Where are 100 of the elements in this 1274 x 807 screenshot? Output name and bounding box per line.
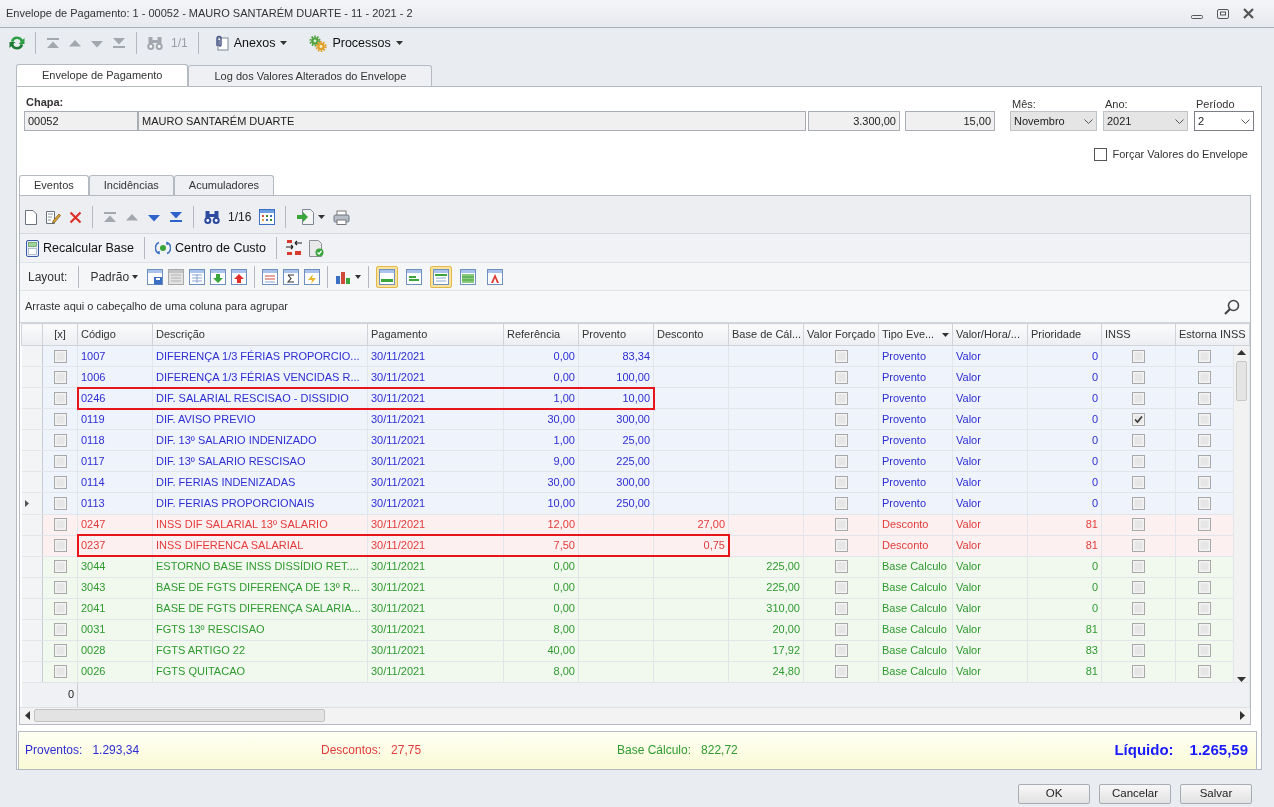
checkbox[interactable] xyxy=(1198,644,1211,658)
next-record-icon[interactable] xyxy=(147,212,161,222)
checkbox[interactable] xyxy=(834,518,848,532)
export-icon[interactable] xyxy=(231,268,248,285)
tab[interactable]: Log dos Valores Alterados do Envelope xyxy=(188,65,433,86)
checkbox[interactable] xyxy=(834,581,848,595)
column-header[interactable]: Pagamento xyxy=(367,323,504,346)
binoculars-icon[interactable] xyxy=(204,210,220,224)
dialog-button[interactable]: Cancelar xyxy=(1099,784,1171,804)
list-window-icon[interactable] xyxy=(168,268,185,285)
checkbox[interactable] xyxy=(1132,602,1145,616)
action-button[interactable]: Recalcular Base xyxy=(24,238,136,258)
checkbox[interactable] xyxy=(53,391,67,405)
caret-icon[interactable] xyxy=(318,215,326,219)
checkbox[interactable] xyxy=(834,560,848,574)
checkbox[interactable] xyxy=(1198,560,1211,574)
checkbox[interactable] xyxy=(1198,496,1211,510)
name-field[interactable]: MAURO SANTARÉM DUARTE xyxy=(138,111,806,131)
last-record-icon[interactable] xyxy=(169,212,183,222)
checkbox[interactable] xyxy=(834,454,848,468)
document-check-icon[interactable] xyxy=(309,239,325,257)
checkbox[interactable] xyxy=(53,581,67,595)
checkbox[interactable] xyxy=(53,370,67,384)
column-header[interactable]: [x] xyxy=(42,323,78,346)
checkbox[interactable] xyxy=(1132,454,1145,468)
checkbox[interactable] xyxy=(1198,475,1211,489)
checkbox[interactable] xyxy=(1198,518,1211,532)
checkbox[interactable] xyxy=(834,602,848,616)
checkbox[interactable] xyxy=(1198,454,1211,468)
scroll-left-icon[interactable] xyxy=(25,711,30,720)
checkbox[interactable] xyxy=(53,412,67,426)
checkbox[interactable] xyxy=(1198,665,1211,679)
checkbox[interactable] xyxy=(53,475,67,489)
checkbox[interactable] xyxy=(1132,370,1145,384)
printer-icon[interactable] xyxy=(333,209,351,225)
checkbox[interactable] xyxy=(834,623,848,637)
column-header[interactable]: Código xyxy=(77,323,153,346)
column-header[interactable]: Descrição xyxy=(152,323,368,346)
checkbox[interactable] xyxy=(1198,370,1211,384)
checkbox[interactable] xyxy=(1132,412,1145,426)
checkbox[interactable] xyxy=(1132,644,1145,658)
checkbox[interactable] xyxy=(834,370,848,384)
checkbox[interactable] xyxy=(53,433,67,447)
dialog-button[interactable]: OK xyxy=(1018,784,1090,804)
sum-icon[interactable] xyxy=(283,268,300,285)
checkbox[interactable] xyxy=(1132,475,1145,489)
scroll-thumb[interactable] xyxy=(34,709,325,722)
checkbox[interactable] xyxy=(53,496,67,510)
checkbox[interactable] xyxy=(834,391,848,405)
table-icon[interactable] xyxy=(189,268,206,285)
dropdown[interactable]: 2 xyxy=(1194,111,1254,131)
checkbox[interactable] xyxy=(1198,581,1211,595)
checkbox[interactable] xyxy=(1132,391,1145,405)
checkbox[interactable] xyxy=(53,644,67,658)
checkbox[interactable] xyxy=(834,433,848,447)
bar-chart-icon[interactable] xyxy=(335,269,352,284)
scroll-up-icon[interactable] xyxy=(1237,350,1246,355)
checkbox[interactable] xyxy=(53,602,67,616)
amount-field[interactable]: 3.300,00 xyxy=(808,111,900,131)
checkbox[interactable] xyxy=(1132,349,1145,363)
checkbox[interactable] xyxy=(1198,623,1211,637)
action-button[interactable]: Centro de Custo xyxy=(153,238,269,258)
caret-icon[interactable] xyxy=(355,274,362,279)
menu-button[interactable]: Anexos xyxy=(208,33,292,53)
checkbox[interactable] xyxy=(834,349,848,363)
column-header[interactable]: Base de Cál... xyxy=(728,323,804,346)
tab[interactable]: Acumuladores xyxy=(173,175,275,195)
checkbox[interactable] xyxy=(1132,496,1145,510)
column-header[interactable]: INSS xyxy=(1101,323,1176,346)
tab[interactable]: Eventos xyxy=(19,175,89,195)
checkbox[interactable] xyxy=(1132,560,1145,574)
grid-icon[interactable] xyxy=(259,209,276,225)
checkbox[interactable] xyxy=(1132,581,1145,595)
checkbox[interactable] xyxy=(834,539,848,553)
checkbox[interactable] xyxy=(1132,623,1145,637)
search-icon[interactable] xyxy=(1224,298,1240,315)
checkbox[interactable] xyxy=(53,623,67,637)
checkbox[interactable] xyxy=(1198,539,1211,553)
refresh-icon[interactable] xyxy=(9,35,25,51)
checkbox[interactable] xyxy=(1132,539,1145,553)
checkbox[interactable] xyxy=(1198,412,1211,426)
checkbox[interactable] xyxy=(1198,433,1211,447)
checkbox[interactable] xyxy=(834,412,848,426)
checkbox[interactable] xyxy=(1132,433,1145,447)
checkbox[interactable] xyxy=(53,665,67,679)
column-header[interactable]: Referência xyxy=(503,323,579,346)
checkbox[interactable] xyxy=(53,454,67,468)
edit-document-icon[interactable] xyxy=(45,209,61,225)
amount-field[interactable]: 15,00 xyxy=(905,111,995,131)
tab[interactable]: Envelope de Pagamento xyxy=(16,64,189,86)
new-document-icon[interactable] xyxy=(25,209,37,225)
checkbox[interactable] xyxy=(834,665,848,679)
checkbox[interactable] xyxy=(53,518,67,532)
checkbox[interactable] xyxy=(1132,665,1145,679)
column-header[interactable]: Tipo Eve... xyxy=(878,323,953,346)
column-header[interactable]: Valor Forçado xyxy=(803,323,879,346)
column-header[interactable]: Prioridade xyxy=(1027,323,1102,346)
checkbox[interactable] xyxy=(53,349,67,363)
checkbox[interactable] xyxy=(53,560,67,574)
checkbox[interactable] xyxy=(834,496,848,510)
